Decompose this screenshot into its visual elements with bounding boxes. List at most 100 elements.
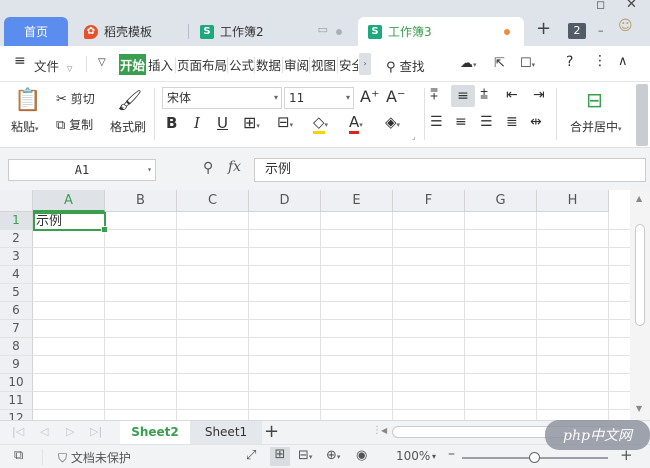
- ribbon-tab-review[interactable]: 审阅: [284, 55, 309, 74]
- align-middle-icon[interactable]: ≡: [451, 85, 475, 107]
- row-header-1[interactable]: 1: [0, 212, 33, 230]
- row-header-10[interactable]: 10: [0, 374, 33, 392]
- select-all-corner[interactable]: [0, 190, 33, 212]
- add-sheet-plus-icon[interactable]: +: [264, 421, 279, 442]
- merge-center-button[interactable]: 合并居中▾: [570, 118, 622, 135]
- quick-access-dropdown-icon[interactable]: ▽: [98, 57, 106, 68]
- font-name-select[interactable]: 宋体 ▾: [162, 87, 282, 109]
- borders-icon[interactable]: ⊞▾: [243, 113, 260, 132]
- collapse-ribbon-icon[interactable]: ∧: [618, 54, 628, 69]
- selected-cell-a1[interactable]: 示例: [33, 212, 108, 233]
- ribbon-tab-page-layout[interactable]: 页面布局: [177, 55, 227, 74]
- formula-input[interactable]: 示例: [254, 158, 646, 182]
- help-icon[interactable]: ?: [566, 54, 573, 70]
- paste-button[interactable]: 粘贴▾: [11, 118, 39, 135]
- next-sheet-icon[interactable]: ▷: [66, 425, 74, 438]
- zoom-level[interactable]: 100%: [396, 449, 430, 463]
- font-color-icon[interactable]: A▾: [349, 113, 363, 134]
- search-button[interactable]: ⚲ 查找: [386, 56, 425, 75]
- increase-font-size-icon[interactable]: A⁺: [360, 87, 379, 106]
- row-header-12[interactable]: 12: [0, 410, 33, 420]
- zoom-search-icon[interactable]: ⚲: [203, 160, 213, 176]
- column-header-e[interactable]: E: [321, 190, 393, 212]
- first-sheet-icon[interactable]: |◁: [12, 425, 24, 438]
- scroll-left-icon[interactable]: ◀: [381, 426, 387, 435]
- fullscreen-icon[interactable]: ⤢: [246, 448, 256, 463]
- share-icon[interactable]: ⇱: [494, 56, 505, 71]
- ribbon-tab-insert[interactable]: 插入: [148, 55, 173, 74]
- row-header-5[interactable]: 5: [0, 284, 33, 302]
- row-header-11[interactable]: 11: [0, 392, 33, 410]
- zoom-slider[interactable]: [462, 452, 608, 463]
- column-header-c[interactable]: C: [177, 190, 249, 212]
- reading-mode-icon[interactable]: ◉: [356, 448, 367, 463]
- sheet-tab-sheet1[interactable]: Sheet1: [190, 421, 262, 444]
- prev-sheet-icon[interactable]: ◁: [40, 425, 48, 438]
- row-header-4[interactable]: 4: [0, 266, 33, 284]
- ribbon-tab-security[interactable]: 安全: [339, 55, 358, 74]
- page-break-view-icon[interactable]: ⊟▾: [298, 448, 312, 463]
- row-header-8[interactable]: 8: [0, 338, 33, 356]
- normal-view-icon[interactable]: ⊞: [270, 447, 290, 466]
- more-options-icon[interactable]: ⋮: [593, 53, 607, 69]
- minimize-window-icon[interactable]: –: [598, 24, 604, 37]
- cloud-sync-icon[interactable]: ☁▾: [460, 56, 477, 71]
- row-header-6[interactable]: 6: [0, 302, 33, 320]
- align-center-icon[interactable]: ≡: [455, 114, 467, 130]
- close-window-icon[interactable]: ✕: [626, 0, 637, 12]
- zoom-out-icon[interactable]: –: [448, 446, 455, 462]
- distribute-icon[interactable]: ⇹: [530, 114, 542, 130]
- vertical-scrollbar[interactable]: ▲ ▼: [630, 190, 650, 420]
- cut-button[interactable]: ✂ 剪切: [56, 90, 95, 107]
- bold-icon[interactable]: B: [166, 114, 177, 132]
- more-tools-icon[interactable]: ☐▾: [520, 56, 535, 71]
- zoom-slider-knob[interactable]: [529, 452, 540, 463]
- decrease-font-size-icon[interactable]: A⁻: [386, 87, 405, 106]
- tab-count-badge[interactable]: 2: [568, 23, 586, 39]
- doc-sidebar-icon[interactable]: ⧉: [14, 448, 23, 463]
- format-painter-button[interactable]: 格式刷: [110, 118, 146, 135]
- font-dialog-launcher-icon[interactable]: ⌟: [412, 132, 416, 141]
- format-painter-icon[interactable]: 🖌: [117, 88, 142, 112]
- ribbon-tab-home[interactable]: 开始: [119, 54, 147, 75]
- column-header-a[interactable]: A: [33, 190, 105, 212]
- clear-format-icon[interactable]: ◈▾: [385, 113, 400, 131]
- hamburger-menu-icon[interactable]: ≡: [14, 53, 26, 69]
- justify-icon[interactable]: ≣: [506, 114, 518, 130]
- row-header-7[interactable]: 7: [0, 320, 33, 338]
- column-header-h[interactable]: H: [537, 190, 609, 212]
- ribbon-scroll-right-icon[interactable]: ›: [359, 53, 371, 75]
- avatar-icon[interactable]: ☺: [618, 18, 633, 34]
- insert-function-button[interactable]: fx: [228, 159, 241, 175]
- scroll-up-icon[interactable]: ▲: [636, 194, 642, 203]
- fill-color-icon[interactable]: ◇▾: [313, 113, 328, 134]
- vertical-scroll-thumb[interactable]: [635, 224, 645, 326]
- increase-indent-icon[interactable]: ⇥: [533, 87, 545, 103]
- column-header-b[interactable]: B: [105, 190, 177, 212]
- row-header-9[interactable]: 9: [0, 356, 33, 374]
- row-header-2[interactable]: 2: [0, 230, 33, 248]
- column-header-d[interactable]: D: [249, 190, 321, 212]
- align-top-icon[interactable]: ⩱: [430, 87, 438, 103]
- tab-template[interactable]: ✿ 稻壳模板: [74, 17, 186, 46]
- underline-icon[interactable]: U: [217, 114, 228, 132]
- column-header-g[interactable]: G: [465, 190, 537, 212]
- tab-workbook2[interactable]: S 工作簿2 ▭: [190, 17, 354, 46]
- align-right-icon[interactable]: ☰: [480, 114, 493, 130]
- spreadsheet-grid[interactable]: ABCDEFGH 1 2 3 4 5 6 7 8 9 10 11 12 示例: [0, 190, 630, 420]
- align-left-icon[interactable]: ☰: [430, 114, 443, 130]
- copy-button[interactable]: ⧉ 复制: [56, 116, 93, 133]
- ribbon-tab-formulas[interactable]: 公式: [229, 55, 254, 74]
- restore-window-icon[interactable]: ◻: [596, 0, 605, 11]
- new-tab-plus-icon[interactable]: +: [536, 18, 551, 39]
- align-bottom-icon[interactable]: ⩲: [480, 87, 488, 103]
- column-header-f[interactable]: F: [393, 190, 465, 212]
- paste-icon[interactable]: 📋: [14, 88, 41, 113]
- tab-workbook3[interactable]: S 工作簿3: [358, 17, 524, 46]
- merge-center-icon[interactable]: ⊟: [586, 88, 603, 112]
- ribbon-scrollbar[interactable]: [636, 84, 648, 146]
- sheet-tab-sheet2[interactable]: Sheet2: [120, 421, 190, 444]
- protection-status[interactable]: ⛉ 文档未保护: [58, 449, 131, 466]
- ribbon-tab-view[interactable]: 视图: [311, 55, 336, 74]
- monitor-icon[interactable]: ▭: [318, 23, 328, 36]
